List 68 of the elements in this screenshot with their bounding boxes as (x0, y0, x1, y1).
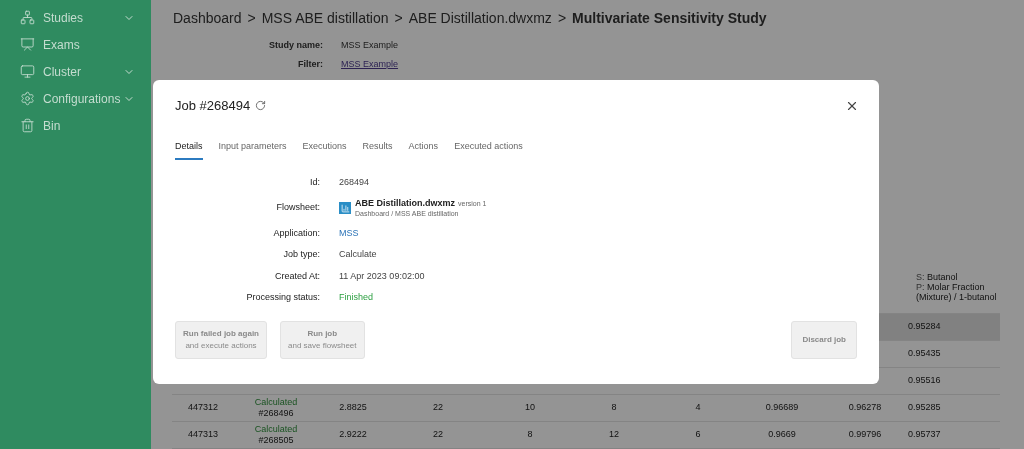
presentation-icon (20, 37, 35, 52)
info-label: Study name: (268, 39, 323, 52)
filter-link[interactable]: MSS Example (341, 57, 399, 71)
tab[interactable]: Actions (408, 139, 439, 160)
table-cell-text: 2.9222 (338, 428, 368, 442)
table-cell-text: 447313 (186, 428, 219, 442)
table-row[interactable]: 447312 Calculated #268496 2.8825 22 10 8 4 0.96689 0.96278 0.95285 (172, 395, 1000, 422)
sidebar-item[interactable]: Exams (0, 31, 151, 58)
table-row[interactable]: 447313 Calculated #268505 2.9222 22 8 12 6 0.9669 0.99796 0.95737 (172, 422, 1000, 449)
breadcrumb-separator: > (394, 9, 403, 28)
detail-label: Id: (309, 176, 320, 189)
table-cell-text: 0.96689 (764, 401, 800, 415)
detail-value: Calculate (339, 249, 377, 259)
detail-label: Flowsheet: (275, 201, 320, 215)
tab[interactable]: Executed actions (454, 139, 523, 160)
detail-value: 268494 (339, 177, 370, 187)
breadcrumb-separator: > (557, 9, 567, 28)
sidebar-item[interactable]: Bin (0, 112, 151, 139)
tab[interactable]: Executions (302, 139, 347, 160)
table-cell-text: 0.96278 (847, 401, 883, 415)
table-cell-text: 447312 (186, 401, 219, 415)
detail-label: Processing status: (245, 291, 320, 304)
sidebar-item[interactable]: Configurations (0, 85, 151, 112)
table-cell-text: 0.95285 (907, 401, 942, 415)
status-cell-text: Calculated #268496 (253, 397, 299, 419)
info-value: MSS Example (341, 39, 399, 52)
application-link[interactable]: MSS (339, 227, 359, 238)
status-value: Finished (339, 292, 374, 302)
sidebar-item[interactable]: Studies (0, 4, 151, 31)
page-title: Multivariate Sensitivity Study (572, 9, 767, 28)
refresh-icon[interactable] (255, 100, 267, 112)
table-cell-text: 8 (610, 401, 618, 415)
flowsheet-name[interactable]: ABE Distillation.dwxmz (355, 197, 455, 208)
table-cell-text: 10 (524, 401, 536, 415)
tab[interactable]: Input parameters (218, 139, 287, 160)
table-cell-text: 22 (432, 401, 444, 415)
dialog-title: Job #268494 (175, 97, 251, 115)
tab[interactable]: Details (175, 139, 203, 160)
table-cell-text: 4 (694, 401, 702, 415)
table-cell-text: 0.95435 (907, 347, 942, 361)
monitor-icon (20, 64, 35, 79)
flowsheet-icon (339, 202, 351, 214)
table-cell-text: 2.8825 (338, 401, 368, 415)
column-header: S: Butanol P: Molar Fraction (Mixture) / 1-butanol (915, 271, 998, 304)
table-cell-text: 0.99796 (847, 428, 883, 442)
table-cell-text: 12 (608, 428, 620, 442)
table-cell-text: 0.95284 (907, 320, 942, 334)
detail-label: Created At: (273, 269, 320, 283)
table-cell-text: 8 (526, 428, 534, 442)
info-label: Filter: (297, 57, 323, 71)
detail-value: 11 Apr 2023 09:02:00 (339, 270, 425, 281)
breadcrumb-link[interactable]: ABE Distillation.dwxmz (408, 8, 552, 29)
table-cell-text: 22 (432, 428, 444, 442)
status-cell-text: Calculated #268505 (253, 424, 299, 446)
table-cell-text: 0.95737 (907, 428, 942, 442)
table-cell-text: 0.9669 (767, 428, 797, 442)
sidebar-item[interactable]: Cluster (0, 58, 151, 85)
nodes-icon (20, 10, 35, 25)
detail-label: Job type: (282, 248, 320, 261)
breadcrumb-link[interactable]: MSS ABE distillation (261, 8, 389, 29)
table-cell-text: 0.95516 (907, 374, 942, 388)
table-cell-text: 6 (694, 428, 702, 442)
breadcrumb-link[interactable]: Dashboard (173, 8, 242, 29)
breadcrumb-separator: > (247, 9, 256, 28)
trash-icon (20, 118, 35, 133)
settings-icon (20, 91, 35, 106)
tab[interactable]: Results (362, 139, 393, 160)
detail-label: Application: (272, 226, 320, 240)
